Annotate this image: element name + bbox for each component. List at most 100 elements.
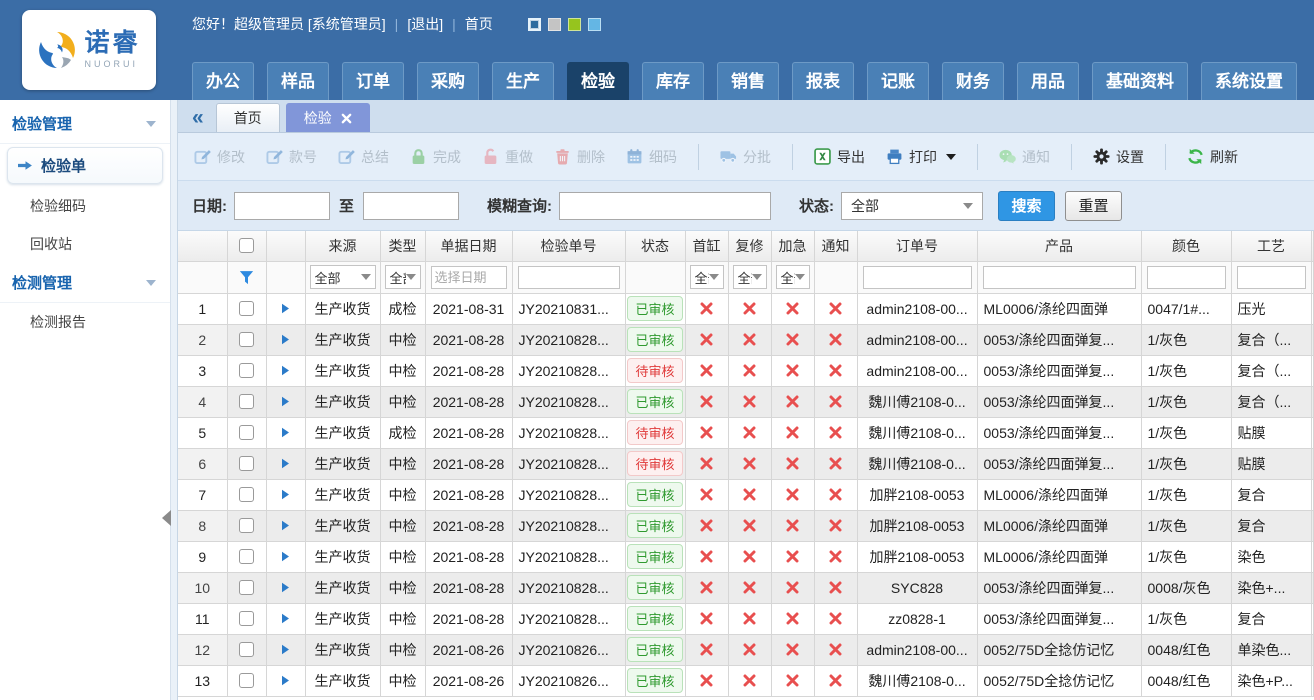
nav-tab-采购[interactable]: 采购	[417, 62, 479, 100]
close-tab-icon[interactable]	[341, 113, 352, 124]
row-checkbox[interactable]	[239, 611, 254, 626]
column-filter-input-no[interactable]	[518, 266, 620, 289]
row-checkbox[interactable]	[239, 580, 254, 595]
toolbar-button-刷新[interactable]: 刷新	[1187, 147, 1238, 167]
column-filter-input-process[interactable]	[1237, 266, 1306, 289]
column-filter-date-input[interactable]	[431, 266, 507, 289]
column-filter-select-source[interactable]: 全部	[310, 265, 376, 289]
expand-row-icon[interactable]	[267, 644, 305, 655]
nav-tab-检验[interactable]: 检验	[567, 62, 629, 100]
cell-date: 2021-08-28	[425, 448, 512, 479]
cell-flag-first-vat	[685, 355, 728, 386]
expand-row-icon[interactable]	[267, 427, 305, 438]
nav-tab-库存[interactable]: 库存	[642, 62, 704, 100]
expand-row-icon[interactable]	[267, 396, 305, 407]
urgent-x-icon	[772, 488, 814, 501]
toolbar-button-设置[interactable]: 设置	[1093, 147, 1144, 167]
row-checkbox[interactable]	[239, 673, 254, 688]
tab-scroll-left-icon[interactable]: «	[192, 107, 204, 128]
cell-stub	[1311, 510, 1314, 541]
expand-row-icon[interactable]	[267, 303, 305, 314]
row-checkbox[interactable]	[239, 425, 254, 440]
nav-tab-财务[interactable]: 财务	[942, 62, 1004, 100]
sidebar-item-检验细码[interactable]: 检验细码	[0, 187, 170, 225]
expand-row-icon[interactable]	[267, 613, 305, 624]
page-tab-检验[interactable]: 检验	[286, 103, 370, 132]
nav-tab-生产[interactable]: 生产	[492, 62, 554, 100]
expand-row-icon[interactable]	[267, 675, 305, 686]
nav-tab-报表[interactable]: 报表	[792, 62, 854, 100]
table-row[interactable]: 10生产收货中检2021-08-28JY20210828...已审核SYC828…	[178, 572, 1314, 603]
page-tab-首页[interactable]: 首页	[216, 103, 280, 132]
reset-button[interactable]: 重置	[1065, 191, 1122, 221]
theme-swatch[interactable]	[548, 18, 561, 31]
collapse-sidebar-icon[interactable]	[162, 510, 171, 526]
nav-tab-系统设置[interactable]: 系统设置	[1201, 62, 1297, 100]
expand-row-icon[interactable]	[267, 489, 305, 500]
table-row[interactable]: 1生产收货成检2021-08-31JY20210831...已审核admin21…	[178, 293, 1314, 324]
table-row[interactable]: 2生产收货中检2021-08-28JY20210828...已审核admin21…	[178, 324, 1314, 355]
table-row[interactable]: 12生产收货中检2021-08-26JY20210826...已审核admin2…	[178, 634, 1314, 665]
theme-swatch[interactable]	[528, 18, 541, 31]
logout-link[interactable]: [退出]	[407, 14, 443, 34]
sidebar-section-title[interactable]: 检验管理	[0, 104, 170, 144]
nav-tab-用品[interactable]: 用品	[1017, 62, 1079, 100]
table-row[interactable]: 7生产收货中检2021-08-28JY20210828...已审核加胖2108-…	[178, 479, 1314, 510]
column-filter-input-color[interactable]	[1147, 266, 1226, 289]
row-checkbox[interactable]	[239, 394, 254, 409]
table-row[interactable]: 11生产收货中检2021-08-28JY20210828...已审核zz0828…	[178, 603, 1314, 634]
table-row[interactable]: 13生产收货中检2021-08-26JY20210826...已审核魏川傅210…	[178, 665, 1314, 696]
date-to-input[interactable]	[363, 192, 459, 220]
gear-icon	[1093, 148, 1110, 165]
row-checkbox[interactable]	[239, 518, 254, 533]
sidebar-item-检测报告[interactable]: 检测报告	[0, 303, 170, 341]
row-checkbox[interactable]	[239, 363, 254, 378]
row-checkbox[interactable]	[239, 332, 254, 347]
expand-row-icon[interactable]	[267, 582, 305, 593]
column-filter-select-first-vat[interactable]: 全部	[690, 265, 724, 289]
search-button[interactable]: 搜索	[998, 191, 1055, 221]
toolbar-button-导出[interactable]: 导出	[814, 147, 865, 167]
row-checkbox[interactable]	[239, 487, 254, 502]
nav-tab-办公[interactable]: 办公	[192, 62, 254, 100]
column-filter-input-product[interactable]	[983, 266, 1136, 289]
row-checkbox[interactable]	[239, 549, 254, 564]
home-link[interactable]: 首页	[465, 14, 493, 34]
nav-tab-记账[interactable]: 记账	[867, 62, 929, 100]
theme-swatch[interactable]	[568, 18, 581, 31]
sidebar-item-回收站[interactable]: 回收站	[0, 225, 170, 263]
expand-row-icon[interactable]	[267, 458, 305, 469]
row-checkbox[interactable]	[239, 642, 254, 657]
expand-row-icon[interactable]	[267, 365, 305, 376]
nav-tab-订单[interactable]: 订单	[342, 62, 404, 100]
toolbar-button-细码: 细码	[626, 147, 677, 167]
nav-tab-销售[interactable]: 销售	[717, 62, 779, 100]
expand-row-icon[interactable]	[267, 520, 305, 531]
column-filter-select-urgent[interactable]: 全部	[776, 265, 810, 289]
theme-swatch[interactable]	[588, 18, 601, 31]
column-filter-input-order[interactable]	[863, 266, 972, 289]
table-row[interactable]: 3生产收货中检2021-08-28JY20210828...待审核admin21…	[178, 355, 1314, 386]
table-row[interactable]: 8生产收货中检2021-08-28JY20210828...已审核加胖2108-…	[178, 510, 1314, 541]
nav-tab-样品[interactable]: 样品	[267, 62, 329, 100]
table-row[interactable]: 9生产收货中检2021-08-28JY20210828...已审核加胖2108-…	[178, 541, 1314, 572]
column-filter-select-rework[interactable]: 全部	[733, 265, 767, 289]
row-checkbox[interactable]	[239, 456, 254, 471]
table-row[interactable]: 4生产收货中检2021-08-28JY20210828...已审核魏川傅2108…	[178, 386, 1314, 417]
nav-tab-基础资料[interactable]: 基础资料	[1092, 62, 1188, 100]
sidebar-item-检验单[interactable]: 检验单	[7, 147, 163, 184]
toolbar-button-打印[interactable]: 打印	[886, 147, 956, 167]
sidebar-splitter[interactable]	[170, 100, 178, 700]
select-all-checkbox[interactable]	[239, 238, 254, 253]
expand-row-icon[interactable]	[267, 334, 305, 345]
expand-row-icon[interactable]	[267, 551, 305, 562]
row-checkbox[interactable]	[239, 301, 254, 316]
status-select[interactable]: 全部	[841, 192, 983, 220]
filter-funnel-icon[interactable]	[228, 270, 266, 285]
sidebar-section-title[interactable]: 检测管理	[0, 263, 170, 303]
table-row[interactable]: 5生产收货成检2021-08-28JY20210828...待审核魏川傅2108…	[178, 417, 1314, 448]
date-from-input[interactable]	[234, 192, 330, 220]
table-row[interactable]: 6生产收货中检2021-08-28JY20210828...待审核魏川傅2108…	[178, 448, 1314, 479]
column-filter-select-type[interactable]: 全部	[385, 265, 421, 289]
fuzzy-search-input[interactable]	[559, 192, 771, 220]
